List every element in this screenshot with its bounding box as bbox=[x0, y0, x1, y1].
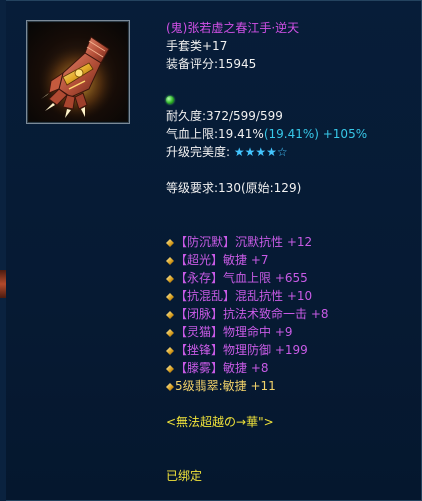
upgrade-perfection: 升级完美度: ★★★★☆ bbox=[166, 144, 288, 160]
gem-line-7: 【挫锋】物理防御 +199 bbox=[166, 342, 308, 358]
hp-limit-label: 气血上限:19.41% bbox=[166, 127, 264, 141]
gem-icon bbox=[166, 293, 174, 301]
gem-icon bbox=[166, 383, 174, 391]
item-slot bbox=[26, 20, 130, 124]
gem-line-6: 【灵猫】物理命中 +9 bbox=[166, 324, 293, 340]
gem-line-5: 【闭脉】抗法术致命一击 +8 bbox=[166, 306, 329, 322]
level-requirement: 等级要求:130(原始:129) bbox=[166, 181, 302, 195]
gem-line-4: 【抗混乱】混乱抗性 +10 bbox=[166, 288, 312, 304]
gem-line-2: 【超光】敏捷 +7 bbox=[166, 252, 269, 268]
engraving: <無法超越の→華"> bbox=[166, 415, 274, 429]
upgrade-stars: ★★★★☆ bbox=[233, 145, 288, 159]
equipment-score: 装备评分:15945 bbox=[166, 57, 257, 71]
hp-limit-bonus: (19.41%) +105% bbox=[263, 127, 368, 141]
durability: 耐久度:372/599/599 bbox=[166, 109, 283, 123]
gauntlet-icon bbox=[37, 36, 117, 119]
hp-limit-line: 气血上限:19.41%(19.41%) +105% bbox=[166, 126, 367, 142]
gem-line-3: 【永存】气血上限 +655 bbox=[166, 270, 308, 286]
gem-line-8: 【滕雾】敏捷 +8 bbox=[166, 360, 269, 376]
item-type: 手套类+17 bbox=[166, 39, 228, 53]
gem-line-1: 【防沉默】沉默抗性 +12 bbox=[166, 234, 312, 250]
gem-icon bbox=[166, 347, 174, 355]
durability-indicator bbox=[166, 92, 174, 108]
gem-icon bbox=[166, 257, 174, 265]
gem-icon bbox=[166, 311, 174, 319]
gem-icon bbox=[166, 365, 174, 373]
edge-decoration bbox=[0, 270, 6, 298]
item-name: (鬼)张若虚之春江手·逆天 bbox=[166, 21, 300, 35]
gem-icon bbox=[166, 329, 174, 337]
green-orb-icon bbox=[166, 96, 174, 104]
gem-icon bbox=[166, 275, 174, 283]
item-image-frame bbox=[29, 23, 127, 121]
left-edge-strip bbox=[0, 0, 6, 501]
gem-icon bbox=[166, 239, 174, 247]
jade-line: 5级翡翠:敏捷 +11 bbox=[166, 378, 276, 394]
bound-status: 已绑定 bbox=[166, 469, 203, 483]
upgrade-label: 升级完美度: bbox=[166, 145, 231, 159]
